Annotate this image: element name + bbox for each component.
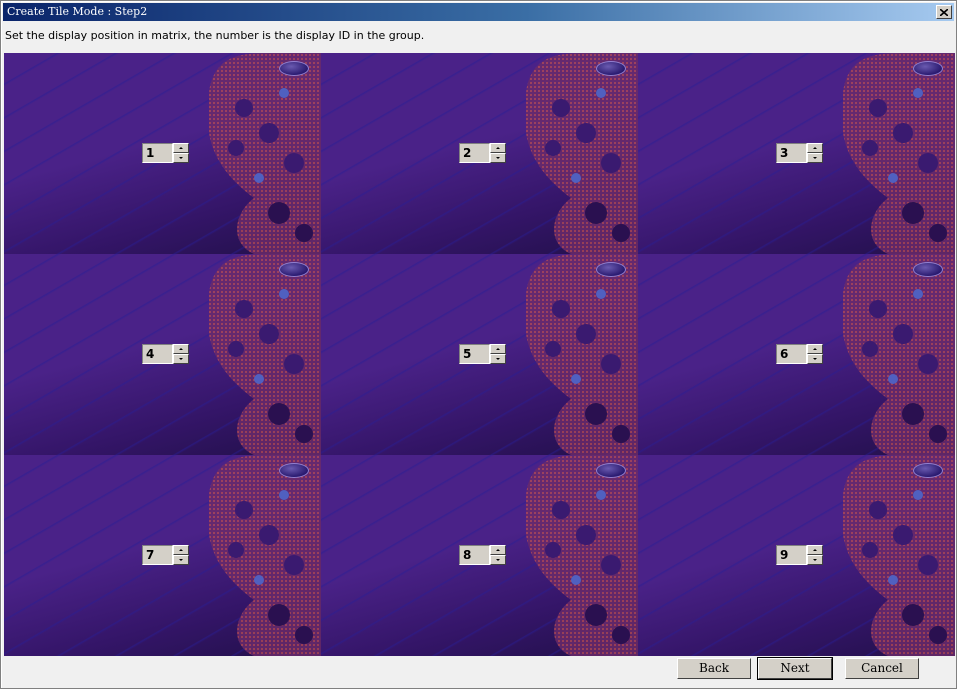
spin-down-button[interactable] xyxy=(807,354,823,364)
spin-up-button[interactable] xyxy=(490,344,506,354)
display-tile: 5 xyxy=(321,254,638,455)
display-id-spinner[interactable]: 8 xyxy=(459,545,506,565)
spin-up-icon xyxy=(179,348,183,350)
spin-down-icon xyxy=(179,157,183,159)
spin-up-icon xyxy=(496,348,500,350)
spin-up-icon xyxy=(813,549,817,551)
benq-logo-icon xyxy=(279,463,309,478)
display-id-spinner[interactable]: 6 xyxy=(776,344,823,364)
benq-logo-icon xyxy=(279,262,309,277)
spin-down-button[interactable] xyxy=(173,354,189,364)
benq-logo-icon xyxy=(913,61,943,76)
benq-logo-icon xyxy=(596,61,626,76)
display-id-spinner[interactable]: 9 xyxy=(776,545,823,565)
title-bar[interactable]: Create Tile Mode : Step2 xyxy=(3,3,954,21)
spin-down-button[interactable] xyxy=(490,354,506,364)
spin-up-button[interactable] xyxy=(173,344,189,354)
spin-down-icon xyxy=(813,358,817,360)
display-tile: 3 xyxy=(638,53,955,254)
spin-up-icon xyxy=(813,348,817,350)
display-tile: 4 xyxy=(4,254,321,455)
benq-logo-icon xyxy=(596,262,626,277)
display-tile: 2 xyxy=(321,53,638,254)
spin-up-icon xyxy=(813,147,817,149)
display-tile: 8 xyxy=(321,455,638,656)
spin-up-icon xyxy=(496,549,500,551)
spin-down-icon xyxy=(496,157,500,159)
spin-up-button[interactable] xyxy=(490,143,506,153)
cancel-button[interactable]: Cancel xyxy=(845,658,919,679)
spin-up-button[interactable] xyxy=(490,545,506,555)
benq-logo-icon xyxy=(596,463,626,478)
spin-up-button[interactable] xyxy=(807,143,823,153)
display-tile: 6 xyxy=(638,254,955,455)
spin-up-button[interactable] xyxy=(173,143,189,153)
spin-down-button[interactable] xyxy=(490,153,506,163)
spin-up-button[interactable] xyxy=(807,344,823,354)
display-id-field[interactable]: 3 xyxy=(776,143,807,163)
spin-down-icon xyxy=(813,559,817,561)
display-id-field[interactable]: 7 xyxy=(142,545,173,565)
display-id-field[interactable]: 2 xyxy=(459,143,490,163)
tile-matrix: 1 2 3 4 5 6 7 8 9 xyxy=(4,53,955,656)
benq-logo-icon xyxy=(279,61,309,76)
instruction-text: Set the display position in matrix, the … xyxy=(5,29,425,42)
spin-down-button[interactable] xyxy=(807,555,823,565)
spin-up-button[interactable] xyxy=(807,545,823,555)
display-id-spinner[interactable]: 5 xyxy=(459,344,506,364)
spin-down-icon xyxy=(496,559,500,561)
close-button[interactable] xyxy=(936,5,952,19)
spin-down-icon xyxy=(179,559,183,561)
display-tile: 7 xyxy=(4,455,321,656)
window-title: Create Tile Mode : Step2 xyxy=(7,5,148,18)
close-icon xyxy=(940,8,948,16)
display-id-field[interactable]: 5 xyxy=(459,344,490,364)
display-tile: 1 xyxy=(4,53,321,254)
display-id-field[interactable]: 6 xyxy=(776,344,807,364)
display-id-spinner[interactable]: 3 xyxy=(776,143,823,163)
display-id-field[interactable]: 1 xyxy=(142,143,173,163)
back-button[interactable]: Back xyxy=(677,658,751,679)
spin-up-icon xyxy=(496,147,500,149)
next-button[interactable]: Next xyxy=(757,657,833,680)
spin-down-icon xyxy=(813,157,817,159)
spin-down-button[interactable] xyxy=(807,153,823,163)
spin-up-icon xyxy=(179,147,183,149)
display-id-spinner[interactable]: 1 xyxy=(142,143,189,163)
display-tile: 9 xyxy=(638,455,955,656)
display-id-field[interactable]: 9 xyxy=(776,545,807,565)
display-id-field[interactable]: 4 xyxy=(142,344,173,364)
spin-down-button[interactable] xyxy=(490,555,506,565)
spin-down-icon xyxy=(496,358,500,360)
spin-up-button[interactable] xyxy=(173,545,189,555)
dialog-window: Create Tile Mode : Step2 Set the display… xyxy=(0,0,957,689)
benq-logo-icon xyxy=(913,262,943,277)
benq-logo-icon xyxy=(913,463,943,478)
spin-down-button[interactable] xyxy=(173,153,189,163)
display-id-spinner[interactable]: 2 xyxy=(459,143,506,163)
spin-down-button[interactable] xyxy=(173,555,189,565)
spin-up-icon xyxy=(179,549,183,551)
display-id-spinner[interactable]: 7 xyxy=(142,545,189,565)
spin-down-icon xyxy=(179,358,183,360)
display-id-field[interactable]: 8 xyxy=(459,545,490,565)
display-id-spinner[interactable]: 4 xyxy=(142,344,189,364)
